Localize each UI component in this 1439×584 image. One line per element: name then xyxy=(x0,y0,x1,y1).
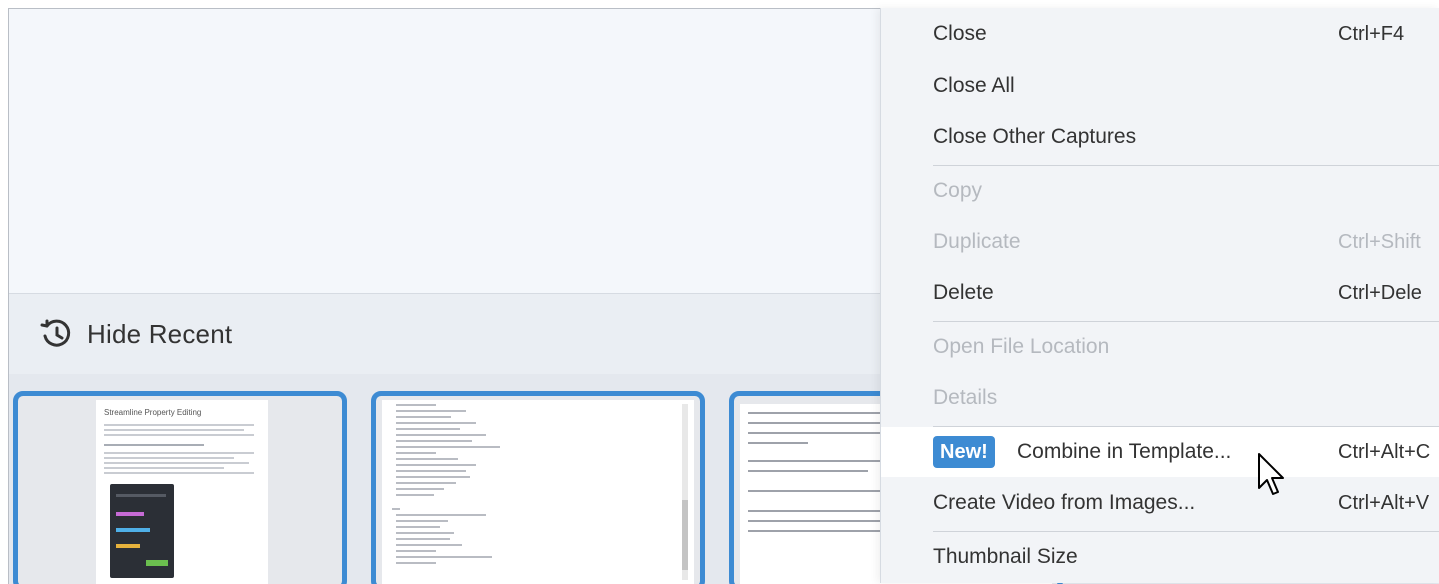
menu-item-label: Create Video from Images... xyxy=(933,491,1196,514)
hide-recent-button[interactable]: Hide Recent xyxy=(39,316,232,352)
menu-item-shortcut: Ctrl+F4 xyxy=(1338,22,1405,45)
menu-item-close-other-captures[interactable]: Close Other Captures xyxy=(881,112,1439,162)
menu-item-close[interactable]: Close Ctrl+F4 xyxy=(881,9,1439,59)
menu-item-combine-in-template[interactable]: New! Combine in Template... Ctrl+Alt+C xyxy=(881,427,1439,477)
hide-recent-label: Hide Recent xyxy=(87,318,233,349)
menu-item-copy[interactable]: Copy xyxy=(881,166,1439,216)
mouse-pointer-icon xyxy=(1258,453,1284,495)
menu-item-open-file-location[interactable]: Open File Location xyxy=(881,322,1439,372)
new-badge: New! xyxy=(933,436,995,468)
menu-item-duplicate[interactable]: Duplicate Ctrl+Shift xyxy=(881,217,1439,267)
menu-item-label: Close Other Captures xyxy=(933,125,1137,148)
history-icon xyxy=(40,319,71,347)
menu-item-label: Duplicate xyxy=(933,230,1021,253)
capture-thumbnail[interactable]: Streamline Property Editing xyxy=(13,391,347,584)
menu-item-label: Details xyxy=(933,386,998,409)
context-menu: Close Ctrl+F4 Close All Close Other Capt… xyxy=(880,8,1439,583)
menu-item-label: Close All xyxy=(933,74,1015,97)
capture-thumbnail[interactable] xyxy=(371,391,705,584)
menu-item-delete[interactable]: Delete Ctrl+Dele xyxy=(881,268,1439,318)
menu-item-details[interactable]: Details xyxy=(881,373,1439,423)
thumbnail-preview xyxy=(382,400,694,584)
menu-item-label: Thumbnail Size xyxy=(933,545,1078,568)
menu-item-label: Combine in Template... xyxy=(1017,440,1232,463)
menu-item-shortcut: Ctrl+Dele xyxy=(1338,281,1422,304)
menu-item-label: Copy xyxy=(933,179,983,202)
menu-item-shortcut: Ctrl+Shift xyxy=(1338,230,1421,253)
menu-item-shortcut: Ctrl+Alt+C xyxy=(1338,440,1431,463)
menu-item-close-all[interactable]: Close All xyxy=(881,61,1439,111)
menu-item-create-video-from-images[interactable]: Create Video from Images... Ctrl+Alt+V xyxy=(881,478,1439,528)
menu-item-thumbnail-size[interactable]: Thumbnail Size xyxy=(881,532,1439,582)
thumbnail-screenshot xyxy=(110,484,174,578)
menu-item-label: Open File Location xyxy=(933,335,1110,358)
thumbnail-title: Streamline Property Editing xyxy=(104,408,202,417)
menu-item-shortcut: Ctrl+Alt+V xyxy=(1338,491,1430,514)
menu-item-label: Close xyxy=(933,22,987,45)
thumbnail-preview: Streamline Property Editing xyxy=(96,400,268,584)
menu-item-label: Delete xyxy=(933,281,994,304)
